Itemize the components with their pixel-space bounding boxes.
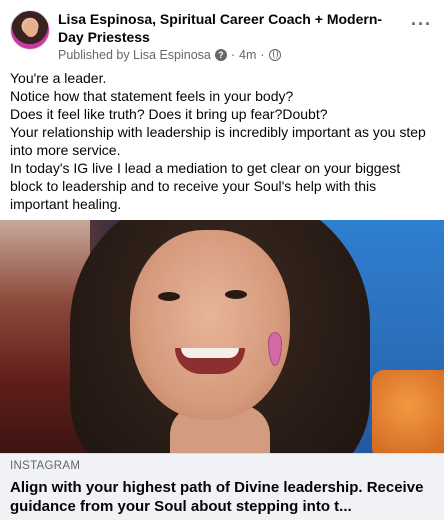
image-teeth [181,348,239,358]
more-options-icon[interactable]: ··· [411,14,432,35]
avatar-face [24,20,38,37]
image-cushion [372,370,444,453]
link-title[interactable]: Align with your highest path of Divine l… [10,478,434,516]
post-text-line: Notice how that statement feels in your … [10,88,294,104]
avatar[interactable] [10,10,50,50]
link-preview[interactable]: INSTAGRAM Align with your highest path o… [0,453,444,520]
published-by[interactable]: Published by Lisa Espinosa [58,47,211,63]
author-name[interactable]: Lisa Espinosa, Spiritual Career Coach + … [58,10,388,46]
post-header: Lisa Espinosa, Spiritual Career Coach + … [8,8,436,66]
post-text-line: In today's IG live I lead a mediation to… [10,160,401,212]
image-eye-right [225,290,247,299]
image-face [130,230,290,420]
post-image[interactable] [0,220,444,453]
link-domain: INSTAGRAM [10,460,81,472]
post-text-line: Your relationship with leadership is inc… [10,124,426,158]
meta-separator: · [230,48,236,62]
post-text-line: Does it feel like truth? Does it bring u… [10,106,328,122]
question-badge-icon[interactable]: ? [214,49,227,61]
post-card: Lisa Espinosa, Spiritual Career Coach + … [0,0,444,520]
image-eye-left [158,292,180,301]
meta-separator-2: · [260,48,265,62]
post-meta: Published by Lisa Espinosa ? · 4m · [58,47,281,63]
post-text-line: You're a leader. [10,70,107,86]
post-time[interactable]: 4m [239,47,256,63]
globe-icon[interactable] [268,49,281,61]
post-text: You're a leader. Notice how that stateme… [10,69,436,213]
